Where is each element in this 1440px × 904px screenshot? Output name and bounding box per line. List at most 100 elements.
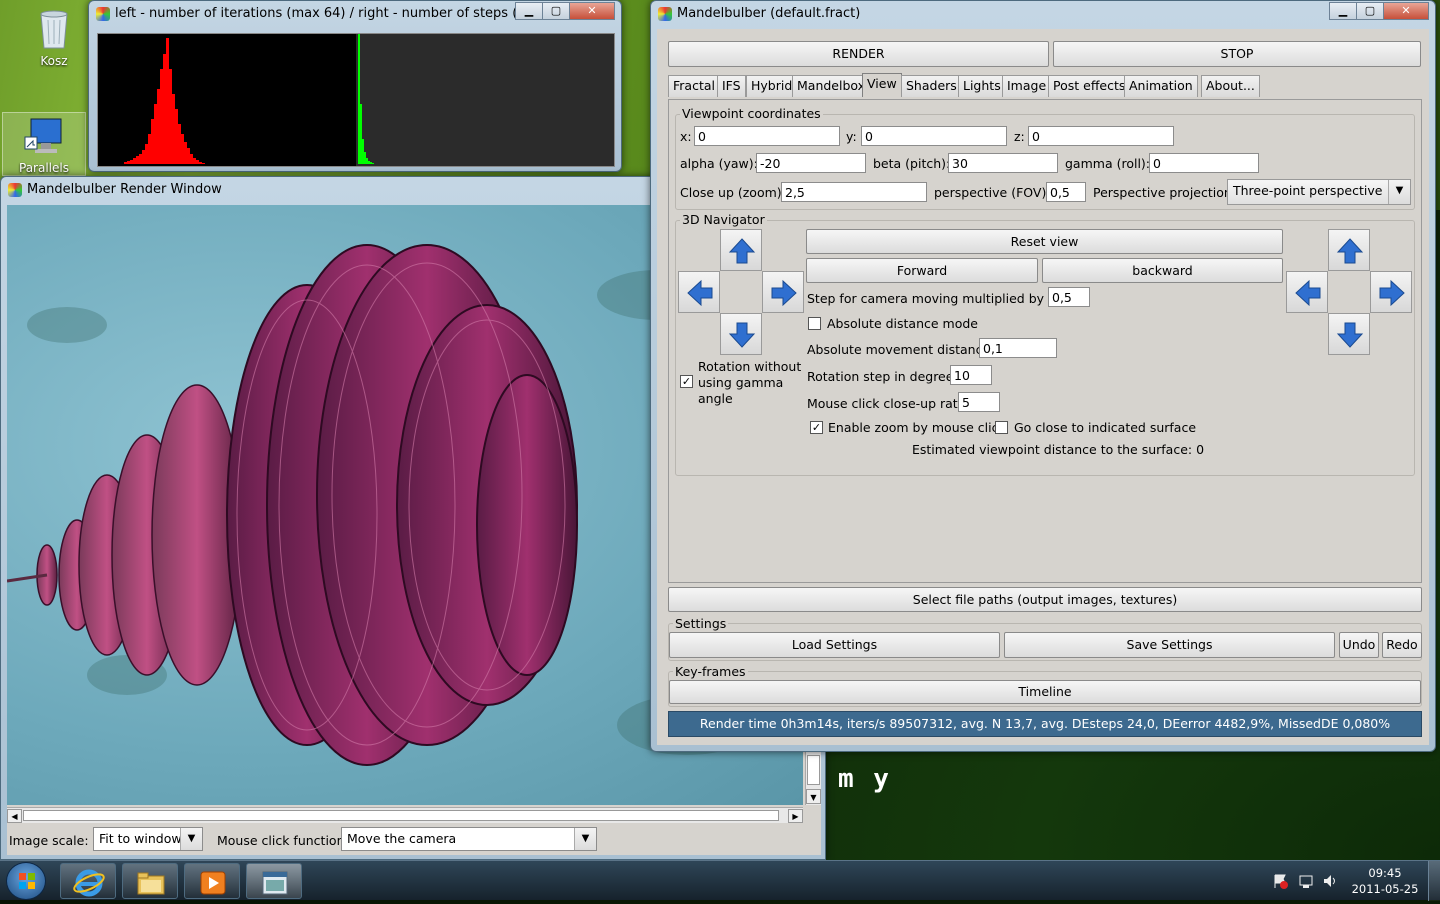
- tab-mandelbox[interactable]: Mandelbox: [792, 75, 871, 97]
- arrow-left-icon: [687, 279, 713, 307]
- tab-view[interactable]: View: [862, 73, 902, 97]
- settings-group: Settings Load Settings Save Settings Und…: [668, 616, 1422, 661]
- absolute-distance-mode-checkbox[interactable]: [808, 317, 821, 330]
- network-icon[interactable]: [1298, 873, 1314, 889]
- save-settings-button[interactable]: Save Settings: [1004, 632, 1335, 658]
- start-button[interactable]: [6, 862, 46, 900]
- histogram-window: left - number of iterations (max 64) / r…: [88, 0, 622, 172]
- load-settings-button[interactable]: Load Settings: [669, 632, 1000, 658]
- clock[interactable]: 09:45 2011-05-25: [1348, 865, 1422, 897]
- reset-view-button[interactable]: Reset view: [806, 229, 1283, 254]
- tab-fractal[interactable]: Fractal: [668, 75, 720, 97]
- volume-icon[interactable]: [1322, 873, 1338, 889]
- histogram-bar: [133, 158, 136, 164]
- vertical-scrollbar-thumb[interactable]: [807, 755, 820, 785]
- tab-post-effects[interactable]: Post effects: [1048, 75, 1131, 97]
- histogram-panel: [97, 33, 615, 167]
- arrow-up-icon: [1336, 238, 1364, 264]
- maximize-button[interactable]: ▢: [542, 2, 570, 20]
- chevron-down-icon: ▼: [574, 828, 596, 850]
- minimize-button[interactable]: ▁: [515, 2, 543, 20]
- image-scale-select[interactable]: Fit to window ▼: [93, 827, 203, 851]
- histogram-bar: [127, 161, 130, 164]
- render-button[interactable]: RENDER: [668, 41, 1049, 67]
- alpha-field[interactable]: -20: [756, 153, 866, 173]
- y-field[interactable]: 0: [861, 126, 1007, 146]
- scroll-left-button[interactable]: ◀: [7, 809, 22, 823]
- close-button[interactable]: ✕: [1383, 2, 1429, 20]
- main-window-titlebar[interactable]: Mandelbulber (default.fract): [651, 1, 1435, 27]
- histogram-bar: [372, 163, 374, 164]
- step-field[interactable]: 0,5: [1048, 287, 1090, 307]
- rotate-left-button[interactable]: [678, 271, 720, 313]
- tab-animation[interactable]: Animation: [1124, 75, 1198, 97]
- histogram-bar: [163, 54, 166, 164]
- absolute-movement-distance-label: Absolute movement distance:: [807, 342, 995, 357]
- go-close-to-surface-checkbox[interactable]: [995, 421, 1008, 434]
- view-tab-panel: Viewpoint coordinates x: 0 y: 0 z: 0 alp…: [668, 99, 1422, 583]
- app-icon: [658, 7, 672, 21]
- rotate-right-button[interactable]: [762, 271, 804, 313]
- move-down-button[interactable]: [1328, 313, 1370, 355]
- histogram-bar: [148, 134, 151, 164]
- rotate-up-button[interactable]: [720, 229, 762, 271]
- show-desktop-button[interactable]: [1428, 861, 1440, 901]
- mouse-click-ratio-field[interactable]: 5: [958, 392, 1000, 412]
- taskbar-internet-explorer[interactable]: [60, 863, 116, 899]
- absolute-movement-distance-field[interactable]: 0,1: [979, 338, 1057, 358]
- gamma-field[interactable]: 0: [1149, 153, 1259, 173]
- tab-image[interactable]: Image: [1002, 75, 1052, 97]
- beta-label: beta (pitch):: [873, 156, 951, 171]
- horizontal-scrollbar[interactable]: ◀ ▶: [7, 807, 803, 823]
- close-button[interactable]: ✕: [569, 2, 615, 20]
- redo-button[interactable]: Redo: [1382, 632, 1422, 658]
- tab-about[interactable]: About...: [1201, 75, 1260, 97]
- iterations-histogram-bg: [98, 34, 356, 166]
- image-scale-value: Fit to window: [99, 831, 182, 846]
- enable-zoom-by-click-checkbox[interactable]: ✓: [810, 421, 823, 434]
- timeline-button[interactable]: Timeline: [669, 680, 1421, 704]
- mouse-click-function-select[interactable]: Move the camera ▼: [341, 827, 597, 851]
- backward-button[interactable]: backward: [1042, 258, 1283, 283]
- tab-hybrid[interactable]: Hybrid: [746, 75, 798, 97]
- taskbar-file-explorer[interactable]: [122, 863, 178, 899]
- zoom-field[interactable]: 2,5: [781, 182, 927, 202]
- forward-button[interactable]: Forward: [806, 258, 1038, 283]
- rotate-down-button[interactable]: [720, 313, 762, 355]
- action-center-flag-icon[interactable]: [1272, 873, 1288, 889]
- z-field[interactable]: 0: [1028, 126, 1174, 146]
- window-title: Mandelbulber Render Window: [27, 182, 222, 197]
- taskbar-mandelbulber[interactable]: [246, 863, 302, 899]
- projection-select[interactable]: Three-point perspective ▼: [1227, 179, 1411, 205]
- select-file-paths-button[interactable]: Select file paths (output images, textur…: [668, 587, 1422, 612]
- minimize-button[interactable]: ▁: [1329, 2, 1357, 20]
- x-field[interactable]: 0: [694, 126, 840, 146]
- tab-shaders[interactable]: Shaders: [901, 75, 962, 97]
- desktop-icon-label: Parallels Share: [19, 161, 69, 175]
- horizontal-scrollbar-thumb[interactable]: [23, 810, 779, 821]
- step-label: Step for camera moving multiplied by DE:: [807, 291, 1070, 306]
- histogram-bar: [202, 163, 205, 164]
- move-right-button[interactable]: [1370, 271, 1412, 313]
- beta-field[interactable]: 30: [948, 153, 1058, 173]
- undo-button[interactable]: Undo: [1339, 632, 1379, 658]
- maximize-button[interactable]: ▢: [1356, 2, 1384, 20]
- tab-ifs[interactable]: IFS: [717, 75, 746, 97]
- rotation-step-field[interactable]: 10: [950, 365, 992, 385]
- taskbar: 09:45 2011-05-25: [0, 860, 1440, 901]
- tab-lights[interactable]: Lights: [958, 75, 1006, 97]
- move-left-button[interactable]: [1286, 271, 1328, 313]
- desktop-icon-parallels-share[interactable]: Parallels Share: [2, 112, 86, 176]
- histogram-bar: [196, 160, 199, 164]
- desktop-background-text: m y: [838, 764, 891, 794]
- desktop-icon-recycle-bin[interactable]: Kosz: [12, 6, 96, 68]
- histogram-bar: [181, 134, 184, 164]
- stop-button[interactable]: STOP: [1053, 41, 1421, 67]
- scroll-right-button[interactable]: ▶: [788, 809, 803, 823]
- taskbar-media-player[interactable]: [184, 863, 240, 899]
- fov-field[interactable]: 0,5: [1046, 182, 1086, 202]
- move-up-button[interactable]: [1328, 229, 1370, 271]
- go-close-to-surface-label: Go close to indicated surface: [1014, 420, 1197, 435]
- scroll-down-button[interactable]: ▼: [806, 789, 821, 804]
- rotation-without-gamma-checkbox[interactable]: ✓: [680, 375, 693, 388]
